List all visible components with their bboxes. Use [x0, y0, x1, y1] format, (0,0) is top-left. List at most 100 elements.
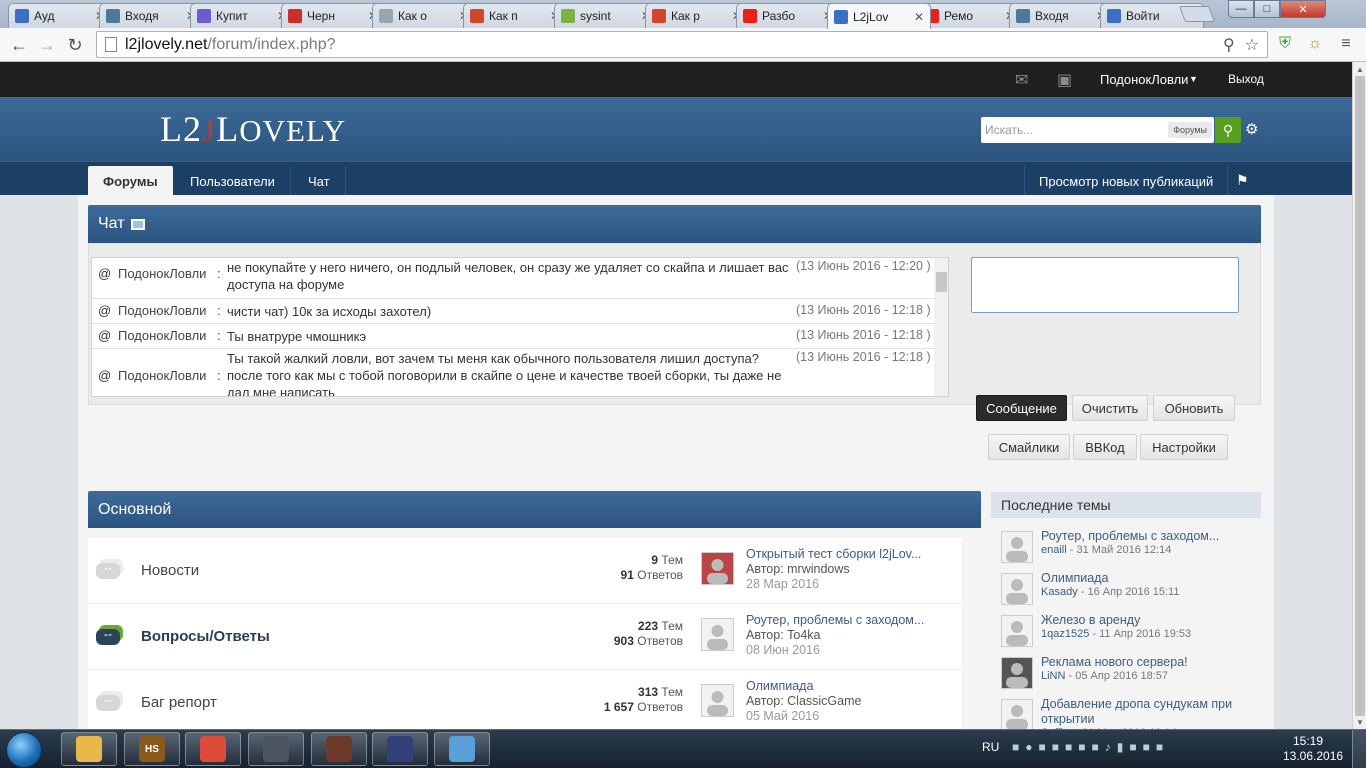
- page-scrollbar[interactable]: ▲ ▼: [1352, 62, 1366, 729]
- forward-icon[interactable]: →: [34, 32, 60, 58]
- recent-topic-title-link[interactable]: Роутер, проблемы с заходом...: [1041, 529, 1261, 544]
- avatar[interactable]: [701, 618, 734, 651]
- adblock-shield-icon[interactable]: ⛨: [1275, 34, 1295, 54]
- last-post-author[interactable]: Автор: ClassicGame: [746, 694, 861, 709]
- forum-row[interactable]: “” Баг репорт 313 Тем 1 657 Ответов Олимпиад…: [88, 670, 961, 729]
- recent-topic-title-link[interactable]: Добавление дропа сундукам при открытии: [1041, 697, 1261, 727]
- key-icon[interactable]: ⚲: [1223, 35, 1235, 55]
- reload-icon[interactable]: ↻: [62, 32, 88, 58]
- chat-nickname[interactable]: ПодонокЛовли: [118, 328, 206, 343]
- site-logo[interactable]: L2JLOVELY: [160, 108, 346, 150]
- address-bar[interactable]: l2jlovely.net/forum/index.php? ⚲ ☆: [96, 31, 1268, 58]
- last-post-title-link[interactable]: Открытый тест сборки l2jLov...: [746, 547, 921, 562]
- avatar[interactable]: [1001, 699, 1033, 729]
- taskbar-app-chrome[interactable]: [185, 732, 241, 766]
- browser-tab[interactable]: Купит✕: [190, 3, 294, 28]
- system-clock[interactable]: 15:19 13.06.2016: [1283, 734, 1343, 764]
- chat-nickname[interactable]: ПодонокЛовли: [118, 303, 206, 318]
- close-window-button[interactable]: ✕: [1280, 0, 1326, 18]
- recent-topic-user-link[interactable]: 1qaz1525: [1041, 628, 1089, 640]
- chat-message-list[interactable]: @ ПодонокЛовли: не покупайте у него ничего…: [91, 257, 949, 397]
- menu-icon[interactable]: ≡: [1336, 34, 1356, 54]
- mention-icon[interactable]: @: [98, 266, 111, 281]
- tray-icons[interactable]: ■●■■■■■♪▮■■■: [1012, 740, 1169, 754]
- smilies-button[interactable]: Смайлики: [988, 434, 1070, 460]
- browser-tab[interactable]: Ауд✕: [8, 3, 112, 28]
- chat-message-input[interactable]: [971, 257, 1239, 313]
- view-new-posts-link[interactable]: Просмотр новых публикаций: [1024, 166, 1229, 196]
- start-button[interactable]: [6, 732, 42, 768]
- chevron-down-icon[interactable]: ▼: [1189, 74, 1198, 84]
- taskbar-app-lineage2[interactable]: [372, 732, 428, 766]
- recent-topic-item[interactable]: Роутер, проблемы с заходом... enaill - 31…: [1001, 528, 1261, 564]
- avatar[interactable]: [1001, 573, 1033, 605]
- browser-tab[interactable]: Входя✕: [99, 3, 203, 28]
- tab-users[interactable]: Пользователи: [175, 166, 291, 196]
- browser-tab[interactable]: sysint✕: [554, 3, 658, 28]
- maximize-button[interactable]: □: [1254, 0, 1280, 18]
- chat-settings-button[interactable]: Настройки: [1140, 434, 1228, 460]
- search-icon[interactable]: ⚲: [1215, 117, 1241, 143]
- forum-name-link[interactable]: Баг репорт: [141, 694, 217, 711]
- last-post-title-link[interactable]: Роутер, проблемы с заходом...: [746, 613, 924, 628]
- recent-topic-title-link[interactable]: Олимпиада: [1041, 571, 1261, 586]
- mention-icon[interactable]: @: [98, 303, 111, 318]
- logout-link[interactable]: Выход: [1228, 72, 1264, 86]
- browser-tab[interactable]: Как п✕: [463, 3, 567, 28]
- browser-tab[interactable]: L2jLov ✕: [827, 3, 931, 29]
- show-desktop-button[interactable]: [1352, 730, 1366, 768]
- last-post-title-link[interactable]: Олимпиада: [746, 679, 861, 694]
- page-scroll-thumb[interactable]: [1355, 76, 1365, 716]
- taskbar-app-hearthstone[interactable]: HS: [124, 732, 180, 766]
- gear-icon[interactable]: ⚙: [1245, 120, 1258, 138]
- search-input[interactable]: Искать... Форумы: [981, 117, 1214, 143]
- recent-topic-item[interactable]: Олимпиада Kasady - 16 Апр 2016 15:11: [1001, 570, 1261, 606]
- back-icon[interactable]: ←: [6, 32, 32, 58]
- tab-close-icon[interactable]: ✕: [914, 10, 924, 24]
- mention-icon[interactable]: @: [98, 368, 111, 383]
- language-indicator[interactable]: RU: [982, 740, 999, 754]
- recent-topic-user-link[interactable]: LiNN: [1041, 670, 1065, 682]
- user-menu[interactable]: ПодонокЛовли: [1100, 72, 1188, 87]
- taskbar-app-counter-strike[interactable]: [248, 732, 304, 766]
- browser-tab[interactable]: Как о✕: [372, 3, 476, 28]
- avatar[interactable]: [701, 684, 734, 717]
- last-post-author[interactable]: Автор: mrwindows: [746, 562, 921, 577]
- tab-chat[interactable]: Чат: [293, 166, 346, 196]
- avatar[interactable]: [1001, 531, 1033, 563]
- browser-tab[interactable]: Ремо✕: [918, 3, 1022, 28]
- taskbar-app-explorer[interactable]: [61, 732, 117, 766]
- forum-name-link[interactable]: Новости: [141, 562, 199, 579]
- forum-row[interactable]: “” Вопросы/Ответы 223 Тем 903 Ответов Роутер…: [88, 604, 961, 670]
- taskbar-app-lineage[interactable]: [311, 732, 367, 766]
- send-message-button[interactable]: Сообщение: [976, 395, 1067, 421]
- browser-tab[interactable]: Входя✕: [1009, 3, 1113, 28]
- chat-nickname[interactable]: ПодонокЛовли: [118, 266, 206, 281]
- taskbar-app-paint[interactable]: [434, 732, 490, 766]
- chat-scroll-thumb[interactable]: [936, 272, 947, 292]
- popout-icon[interactable]: [130, 218, 145, 230]
- browser-tab[interactable]: Как р✕: [645, 3, 749, 28]
- mention-icon[interactable]: @: [98, 328, 111, 343]
- chat-nickname[interactable]: ПодонокЛовли: [118, 368, 206, 383]
- bookmark-star-icon[interactable]: ☆: [1245, 35, 1259, 55]
- notifications-icon[interactable]: ▣: [1057, 70, 1072, 90]
- scroll-up-icon[interactable]: ▲: [1353, 62, 1366, 76]
- forum-name-link[interactable]: Вопросы/Ответы: [141, 628, 270, 645]
- avatar[interactable]: [1001, 615, 1033, 647]
- clear-button[interactable]: Очистить: [1072, 395, 1148, 421]
- new-tab-button[interactable]: [1179, 6, 1215, 22]
- avatar[interactable]: [701, 552, 734, 585]
- avatar[interactable]: [1001, 657, 1033, 689]
- bbcode-button[interactable]: BBКод: [1073, 434, 1137, 460]
- scroll-down-icon[interactable]: ▼: [1353, 715, 1366, 729]
- extension-icon[interactable]: ☼: [1305, 34, 1325, 54]
- last-post-author[interactable]: Автор: To4ka: [746, 628, 924, 643]
- search-scope[interactable]: Форумы: [1168, 122, 1212, 138]
- minimize-button[interactable]: —: [1228, 0, 1254, 18]
- messages-envelope-icon[interactable]: ✉: [1015, 70, 1028, 90]
- browser-tab[interactable]: Черн✕: [281, 3, 385, 28]
- recent-topic-title-link[interactable]: Реклама нового сервера!: [1041, 655, 1261, 670]
- map-pin-icon[interactable]: ⚑: [1236, 172, 1249, 189]
- recent-topic-item[interactable]: Реклама нового сервера! LiNN - 05 Апр 201…: [1001, 654, 1261, 690]
